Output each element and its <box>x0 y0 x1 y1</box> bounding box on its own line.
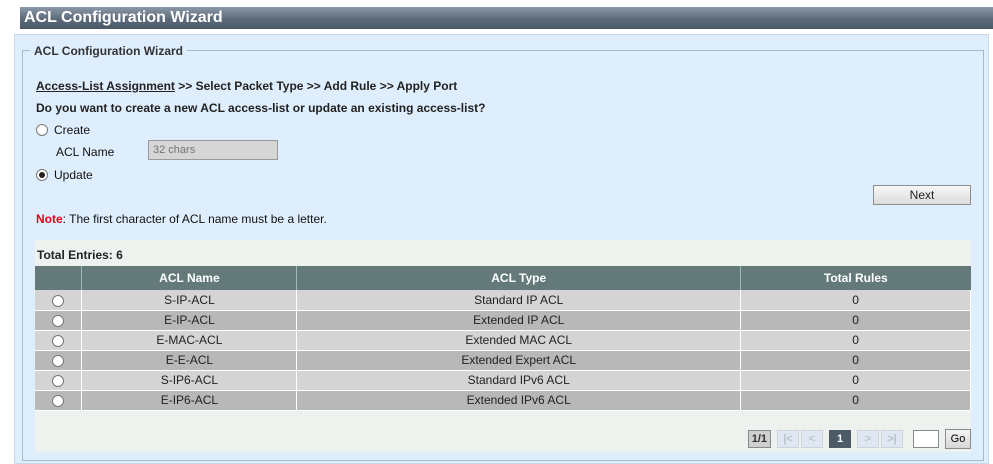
note-text: Note: The first character of ACL name mu… <box>36 212 327 226</box>
col-acl-name: ACL Name <box>81 266 298 290</box>
wizard-steps-breadcrumb: Access-List Assignment >> Select Packet … <box>36 79 457 93</box>
row-select-cell[interactable] <box>35 310 83 331</box>
total-rules-cell: 0 <box>740 310 971 331</box>
last-page-button[interactable]: >| <box>881 430 903 448</box>
page-info: 1/1 <box>747 430 771 448</box>
table-row[interactable]: S-IP-ACL Standard IP ACL 0 <box>35 290 971 311</box>
total-rules-cell: 0 <box>740 350 971 371</box>
create-label: Create <box>54 122 91 137</box>
acl-name-cell: E-IP6-ACL <box>81 390 298 411</box>
acl-type-cell: Standard IP ACL <box>296 290 742 311</box>
acl-name-label: ACL Name <box>56 145 115 159</box>
table-row[interactable]: E-IP6-ACL Extended IPv6 ACL 0 <box>35 390 971 411</box>
row-radio[interactable] <box>52 354 65 367</box>
acl-table: ACL Name ACL Type Total Rules S-IP-ACL S… <box>35 266 971 411</box>
acl-type-cell: Extended MAC ACL <box>296 330 742 351</box>
row-select-cell[interactable] <box>35 290 83 311</box>
acl-name-cell: S-IP6-ACL <box>81 370 298 391</box>
acl-name-cell: E-IP-ACL <box>81 310 298 331</box>
acl-name-input[interactable] <box>148 140 278 160</box>
total-rules-cell: 0 <box>740 330 971 351</box>
col-acl-type: ACL Type <box>296 266 742 290</box>
acl-name-cell: E-MAC-ACL <box>81 330 298 351</box>
row-radio[interactable] <box>52 394 65 407</box>
update-option[interactable]: Update <box>36 167 93 182</box>
create-option[interactable]: Create <box>36 122 90 137</box>
row-radio[interactable] <box>52 294 65 307</box>
acl-name-cell: S-IP-ACL <box>81 290 298 311</box>
acl-table-panel: Total Entries: 6 ACL Name ACL Type Total… <box>35 240 971 452</box>
acl-type-cell: Extended Expert ACL <box>296 350 742 371</box>
next-button[interactable]: Next <box>873 185 971 205</box>
first-page-button[interactable]: |< <box>777 430 799 448</box>
col-select <box>35 266 83 290</box>
pager-buttons: |< < 1 > >| <box>777 430 903 448</box>
wizard-question: Do you want to create a new ACL access-l… <box>36 101 486 115</box>
row-select-cell[interactable] <box>35 370 83 391</box>
row-select-cell[interactable] <box>35 350 83 371</box>
acl-type-cell: Extended IPv6 ACL <box>296 390 742 411</box>
table-header-row: ACL Name ACL Type Total Rules <box>35 266 971 290</box>
update-label: Update <box>54 167 93 182</box>
acl-name-cell: E-E-ACL <box>81 350 298 371</box>
pagination: 1/1 |< < 1 > >| Go <box>747 429 971 449</box>
total-rules-cell: 0 <box>740 390 971 411</box>
row-radio[interactable] <box>52 314 65 327</box>
go-button[interactable]: Go <box>945 429 971 449</box>
table-row[interactable]: S-IP6-ACL Standard IPv6 ACL 0 <box>35 370 971 391</box>
current-page-button[interactable]: 1 <box>829 430 851 448</box>
update-radio[interactable] <box>36 168 48 181</box>
row-radio[interactable] <box>52 374 65 387</box>
steps-remaining: >> Select Packet Type >> Add Rule >> App… <box>174 79 458 93</box>
col-total-rules: Total Rules <box>740 266 971 290</box>
row-radio[interactable] <box>52 334 65 347</box>
table-row[interactable]: E-MAC-ACL Extended MAC ACL 0 <box>35 330 971 351</box>
step-access-list-assignment[interactable]: Access-List Assignment <box>36 79 175 93</box>
total-entries: Total Entries: 6 <box>37 248 123 262</box>
prev-page-button[interactable]: < <box>801 430 823 448</box>
window-title: ACL Configuration Wizard <box>20 7 993 29</box>
page-number-input[interactable] <box>913 430 939 448</box>
total-rules-cell: 0 <box>740 290 971 311</box>
next-page-button[interactable]: > <box>857 430 879 448</box>
acl-type-cell: Standard IPv6 ACL <box>296 370 742 391</box>
acl-type-cell: Extended IP ACL <box>296 310 742 331</box>
total-rules-cell: 0 <box>740 370 971 391</box>
table-row[interactable]: E-E-ACL Extended Expert ACL 0 <box>35 350 971 371</box>
note-label: Note <box>36 212 63 226</box>
table-row[interactable]: E-IP-ACL Extended IP ACL 0 <box>35 310 971 331</box>
row-select-cell[interactable] <box>35 330 83 351</box>
row-select-cell[interactable] <box>35 390 83 411</box>
fieldset-legend: ACL Configuration Wizard <box>30 44 187 58</box>
note-message: : The first character of ACL name must b… <box>62 212 327 226</box>
create-radio[interactable] <box>36 123 48 136</box>
